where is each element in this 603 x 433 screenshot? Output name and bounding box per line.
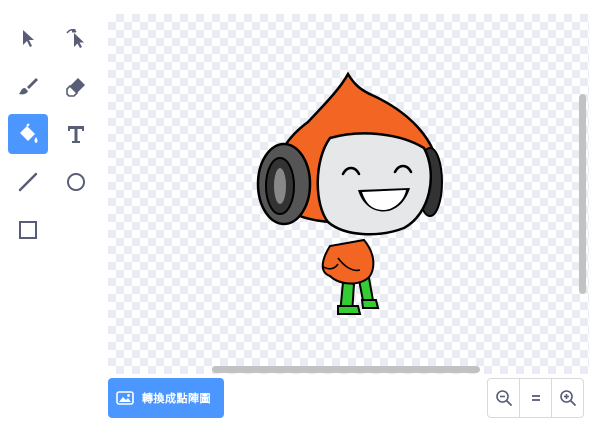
zoom-out-icon — [495, 390, 512, 406]
eraser-icon — [66, 78, 85, 97]
paint-editor: 轉換成點陣圖 — [0, 0, 603, 433]
zoom-controls — [487, 378, 584, 418]
bitmap-image-icon — [116, 391, 134, 405]
tool-rectangle[interactable] — [8, 210, 48, 250]
circle-icon — [67, 173, 85, 191]
tool-select[interactable] — [8, 18, 48, 58]
convert-to-bitmap-button[interactable]: 轉換成點陣圖 — [108, 378, 224, 418]
brush-icon — [19, 78, 38, 95]
drawing-canvas[interactable] — [108, 14, 589, 374]
tool-eraser[interactable] — [56, 66, 96, 106]
tool-circle[interactable] — [56, 162, 96, 202]
zoom-in-button[interactable] — [551, 379, 583, 417]
vertical-scrollbar[interactable] — [579, 94, 586, 294]
rectangle-icon — [19, 221, 37, 239]
zoom-reset-button[interactable] — [519, 379, 551, 417]
text-T-icon — [68, 126, 84, 143]
fill-bucket-icon — [20, 123, 38, 143]
convert-to-bitmap-label: 轉換成點陣圖 — [142, 392, 211, 405]
tool-fill[interactable] — [8, 114, 48, 154]
tool-reshape[interactable] — [56, 18, 96, 58]
zoom-out-button[interactable] — [488, 379, 519, 417]
reshape-icon — [66, 29, 84, 48]
costume-character[interactable] — [108, 14, 589, 374]
tool-text[interactable] — [56, 114, 96, 154]
select-arrow-icon — [23, 30, 34, 47]
tool-brush[interactable] — [8, 66, 48, 106]
tool-line[interactable] — [8, 162, 48, 202]
horizontal-scrollbar[interactable] — [212, 366, 480, 373]
zoom-reset-icon — [531, 395, 540, 401]
zoom-in-icon — [559, 390, 576, 406]
line-icon — [18, 172, 38, 192]
